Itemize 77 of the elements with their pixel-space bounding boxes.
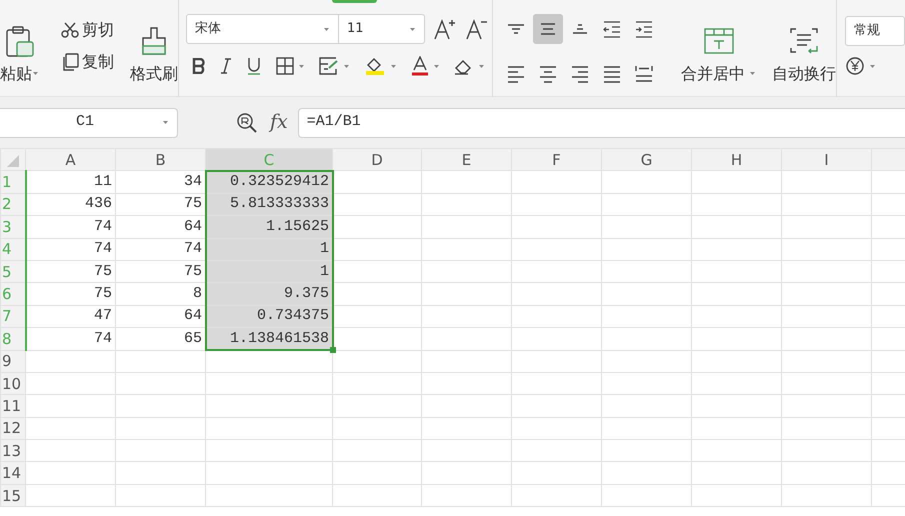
merge-center-label: 合并居中: [681, 62, 745, 84]
table-cell: 75: [26, 260, 116, 283]
column-header[interactable]: H: [692, 148, 782, 171]
column-header[interactable]: F: [512, 148, 602, 171]
copy-icon: [61, 53, 79, 71]
italic-icon: [220, 58, 232, 74]
wrap-text-icon: [789, 26, 819, 56]
align-middle-button[interactable]: [533, 14, 563, 44]
table-cell: 1.15625: [206, 216, 332, 238]
zoom-icon: [236, 112, 258, 134]
table-cell: 1: [206, 238, 332, 260]
font-color-icon: [411, 56, 429, 76]
function-button[interactable]: fx: [270, 108, 288, 137]
table-cell: 74: [26, 238, 116, 260]
paintbrush-icon: [140, 26, 168, 56]
increase-font-size-icon: [433, 18, 457, 40]
merge-center-button[interactable]: 合并居中: [681, 14, 756, 97]
table-cell: 0.323529412: [206, 170, 332, 194]
fill-handle[interactable]: [330, 347, 336, 354]
align-top-icon: [505, 23, 527, 35]
column-header[interactable]: G: [602, 148, 692, 171]
table-cell: 5.813333333: [206, 193, 332, 216]
table-cell: 436: [26, 193, 116, 216]
wrap-text-button[interactable]: 自动换行: [772, 14, 836, 97]
paste-label: 粘贴: [0, 62, 32, 84]
decrease-font-size-icon: [465, 18, 489, 40]
number-format-field[interactable]: 常规: [845, 16, 905, 46]
cell-style-icon: [319, 57, 339, 75]
bold-icon: [192, 58, 206, 74]
caret-icon: [343, 64, 350, 68]
caret-icon: [478, 64, 485, 68]
row-header[interactable]: 12: [0, 417, 26, 440]
caret-icon: [323, 26, 330, 32]
scissors-icon: [61, 22, 79, 38]
caret-icon: [390, 64, 397, 68]
column-header[interactable]: A: [26, 148, 116, 171]
table-cell: 11: [26, 170, 116, 194]
format-painter-button[interactable]: 格式刷: [130, 14, 178, 97]
column-header[interactable]: B: [116, 148, 206, 171]
caret-icon: [409, 26, 416, 32]
table-cell: 47: [26, 305, 116, 328]
corner-triangle-icon: [6, 154, 20, 168]
underline-icon: [246, 57, 262, 75]
row-header[interactable]: 11: [0, 394, 26, 418]
caret-icon: [32, 71, 39, 76]
caret-icon: [433, 64, 440, 68]
ribbon-tab-indicator: [332, 0, 377, 3]
caret-icon: [749, 71, 756, 76]
cut-button[interactable]: 剪切: [61, 18, 114, 42]
copy-button[interactable]: 复制: [61, 50, 114, 74]
table-cell: 0.734375: [206, 305, 332, 328]
table-cell: 9.375: [206, 282, 332, 306]
paste-button[interactable]: 粘贴: [0, 14, 39, 97]
table-cell: 1: [206, 260, 332, 283]
fill-color-icon: [364, 56, 386, 76]
column-header[interactable]: E: [422, 148, 512, 171]
font-size-field[interactable]: 11: [339, 14, 425, 44]
table-cell: 74: [26, 216, 116, 238]
table-cell: 75: [26, 282, 116, 306]
row-header[interactable]: 14: [0, 462, 26, 484]
currency-icon: [845, 56, 865, 76]
row-header[interactable]: 15: [0, 484, 26, 507]
column-header[interactable]: I: [782, 148, 872, 171]
font-name-field[interactable]: 宋体: [186, 14, 339, 44]
caret-icon: [869, 64, 876, 68]
formula-input[interactable]: =A1/B1: [298, 108, 905, 138]
row-header[interactable]: 10: [0, 372, 26, 395]
name-box[interactable]: C1: [0, 108, 178, 138]
table-cell: 74: [26, 328, 116, 350]
clipboard-icon: [4, 26, 34, 58]
caret-icon: [298, 64, 305, 68]
row-header[interactable]: 9: [0, 350, 26, 372]
borders-icon: [276, 57, 294, 75]
column-header[interactable]: D: [332, 148, 422, 171]
row-header[interactable]: 13: [0, 440, 26, 462]
merge-cells-icon: [704, 26, 734, 56]
caret-icon: [162, 120, 169, 125]
